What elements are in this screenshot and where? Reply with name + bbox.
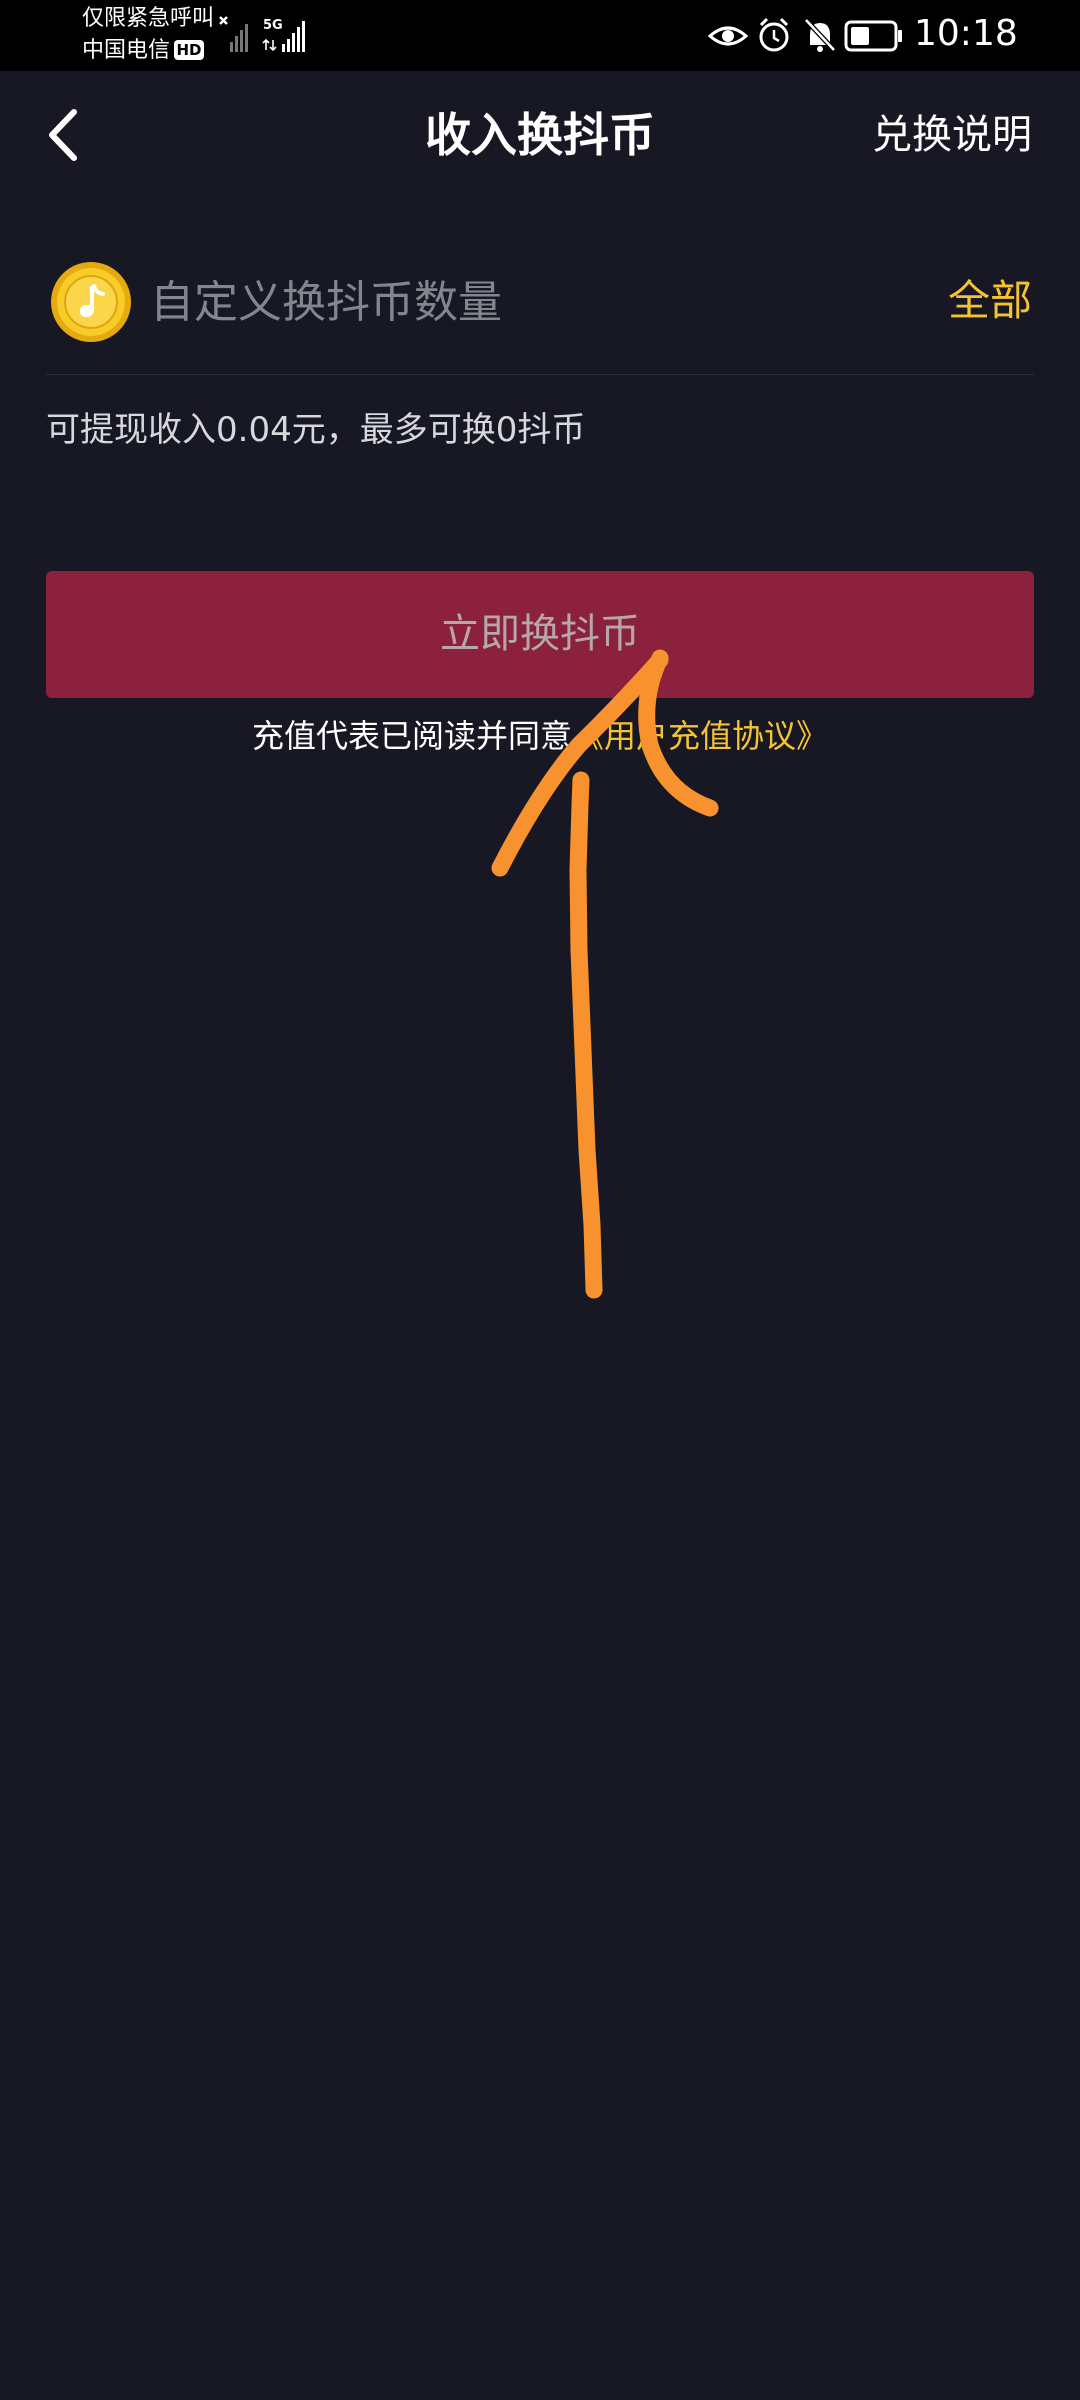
back-button[interactable] <box>40 100 94 170</box>
coin-amount-input[interactable] <box>150 262 890 342</box>
user-recharge-agreement-link[interactable]: 《用户充值协议》 <box>572 717 828 755</box>
carrier-name: 中国电信 <box>82 38 171 63</box>
signal-5g-icon: 5G <box>262 18 305 52</box>
status-bar: 仅限紧急呼叫 中国电信 HD 5G 10:18 <box>0 0 1080 71</box>
chevron-left-icon <box>49 109 77 161</box>
douyin-coin-icon <box>51 262 131 342</box>
alarm-icon <box>759 17 789 52</box>
all-amount-button[interactable]: 全部 <box>948 266 1032 336</box>
carrier-status: 仅限紧急呼叫 <box>82 6 215 31</box>
withdrawable-balance-text: 可提现收入0.04元，最多可换0抖币 <box>46 410 586 450</box>
hand-drawn-arrow-annotation <box>491 649 719 1299</box>
app-screen: 仅限紧急呼叫 中国电信 HD 5G 10:18 收入换抖币 兑换说明 自定义换抖… <box>0 0 1080 2400</box>
signal-no-service-icon <box>219 16 248 52</box>
eye-icon <box>708 26 749 46</box>
status-icons <box>708 17 902 52</box>
exchange-now-button[interactable]: 立即换抖币 <box>46 571 1034 698</box>
mute-bell-icon <box>804 18 836 52</box>
input-divider <box>46 374 1034 375</box>
page-title: 收入换抖币 <box>425 108 655 162</box>
agreement-notice: 充值代表已阅读并同意《用户充值协议》 <box>0 706 1080 766</box>
battery-icon <box>844 20 902 52</box>
agreement-prefix: 充值代表已阅读并同意 <box>251 717 572 755</box>
hd-badge: HD <box>174 40 204 60</box>
exchange-instructions-link[interactable]: 兑换说明 <box>872 100 1032 170</box>
network-type-label: 5G <box>263 18 283 33</box>
status-time: 10:18 <box>914 13 1018 54</box>
